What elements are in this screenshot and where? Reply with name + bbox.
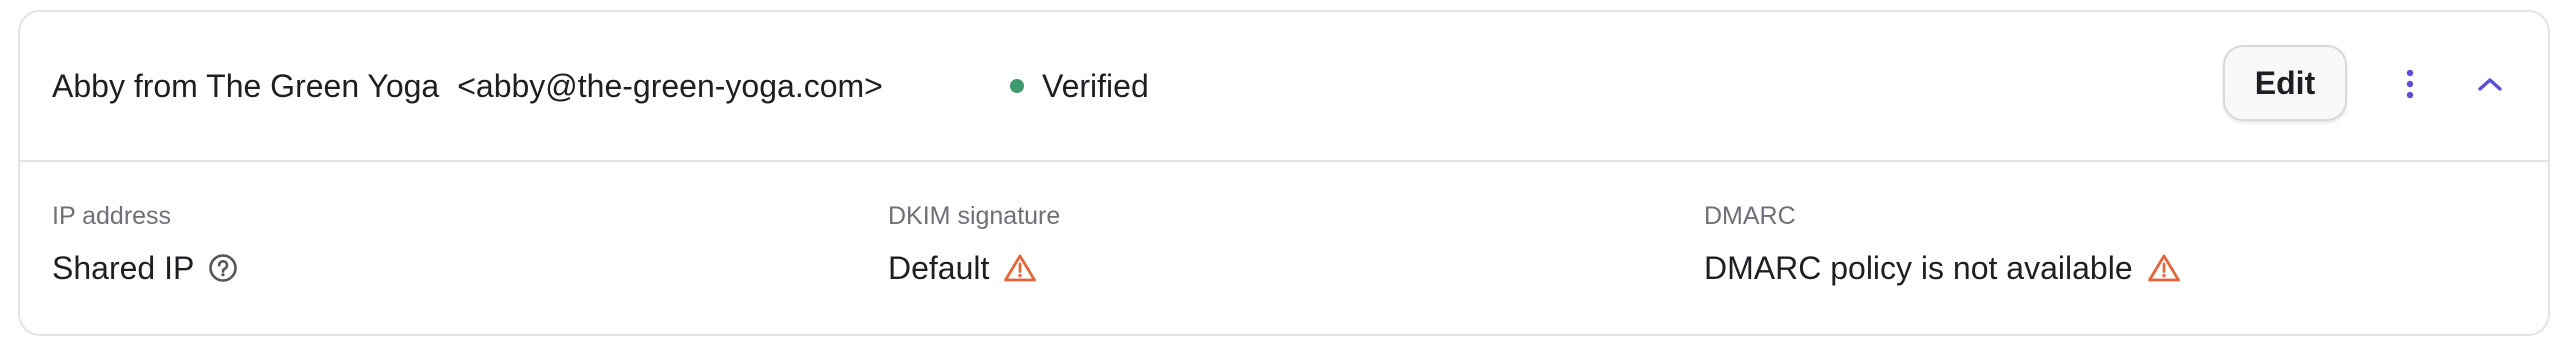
sender-card: Abby from The Green Yoga <abby@the-green… [18,10,2550,336]
edit-button[interactable]: Edit [2223,45,2347,121]
warning-icon [2147,253,2181,283]
dkim-signature-value: Default [888,246,1037,290]
more-options-button[interactable] [2382,56,2438,112]
ip-address-text: Shared IP [52,249,195,286]
dmarc-label: DMARC [1704,202,1796,230]
sender-identity: Abby from The Green Yoga <abby@the-green… [52,12,883,160]
sender-card-header: Abby from The Green Yoga <abby@the-green… [20,12,2548,162]
collapse-button[interactable] [2462,56,2518,112]
status-label: Verified [1042,67,1149,104]
dmarc-value: DMARC policy is not available [1704,246,2181,290]
sender-email: <abby@the-green-yoga.com> [457,67,883,104]
chevron-up-icon [2478,78,2502,91]
help-circle-icon[interactable] [208,253,238,283]
ip-address-label: IP address [52,202,172,230]
sender-name: Abby from The Green Yoga [52,67,440,104]
ip-address-value: Shared IP [52,246,238,290]
dkim-signature-label: DKIM signature [888,202,1061,230]
dmarc-text: DMARC policy is not available [1704,249,2133,286]
verification-status: Verified [1010,12,1149,160]
more-vertical-icon [2406,69,2414,99]
dkim-signature-text: Default [888,249,990,286]
status-dot-icon [1010,79,1024,93]
warning-icon [1003,253,1037,283]
